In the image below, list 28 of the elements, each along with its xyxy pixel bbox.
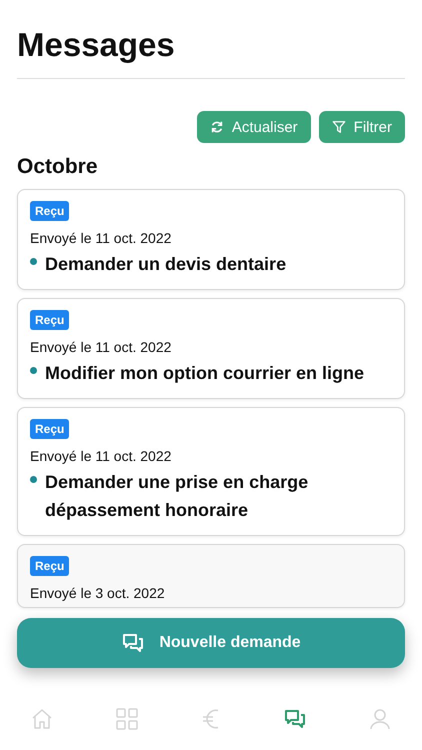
grid-icon xyxy=(114,707,139,731)
chat-icon xyxy=(121,631,146,655)
message-subject: Demander une prise en charge dépassement honoraire xyxy=(45,471,310,522)
page-title: Messages xyxy=(17,0,405,79)
sent-date: Envoyé le 11 oct. 2022 xyxy=(30,230,172,246)
user-icon xyxy=(368,707,392,731)
status-badge: Reçu xyxy=(30,419,70,439)
section-heading: Octobre xyxy=(17,155,99,179)
nav-button[interactable] xyxy=(30,707,54,731)
sent-date: Envoyé le 11 oct. 2022 xyxy=(30,448,172,464)
refresh-icon xyxy=(210,120,224,134)
chat-icon xyxy=(283,707,308,731)
status-badge: Reçu xyxy=(30,556,70,576)
message-subject: Demander un devis dentaire xyxy=(45,253,286,276)
filter-icon xyxy=(332,120,346,134)
nav-button[interactable] xyxy=(283,707,308,731)
message-card[interactable]: Reçu Envoyé le 11 oct. 2022 Demander une prise en charge dépassement honoraire xyxy=(17,407,405,536)
status-badge: Reçu xyxy=(30,310,70,330)
message-card[interactable]: Reçu Envoyé le 3 oct. 2022 xyxy=(17,544,405,608)
nav-button[interactable] xyxy=(368,707,392,731)
message-subject: Modifier mon option courrier en ligne xyxy=(45,362,364,385)
home-icon xyxy=(30,707,54,731)
sent-date: Envoyé le 3 oct. 2022 xyxy=(30,585,166,601)
sent-date: Envoyé le 11 oct. 2022 xyxy=(30,339,172,355)
nav-button[interactable] xyxy=(114,707,139,731)
message-card[interactable]: Reçu Envoyé le 11 oct. 2022 Modifier mon option courrier en ligne xyxy=(17,298,405,399)
status-badge: Reçu xyxy=(30,201,70,221)
message-card[interactable]: Reçu Envoyé le 11 oct. 2022 Demander un devis dentaire xyxy=(17,189,405,290)
